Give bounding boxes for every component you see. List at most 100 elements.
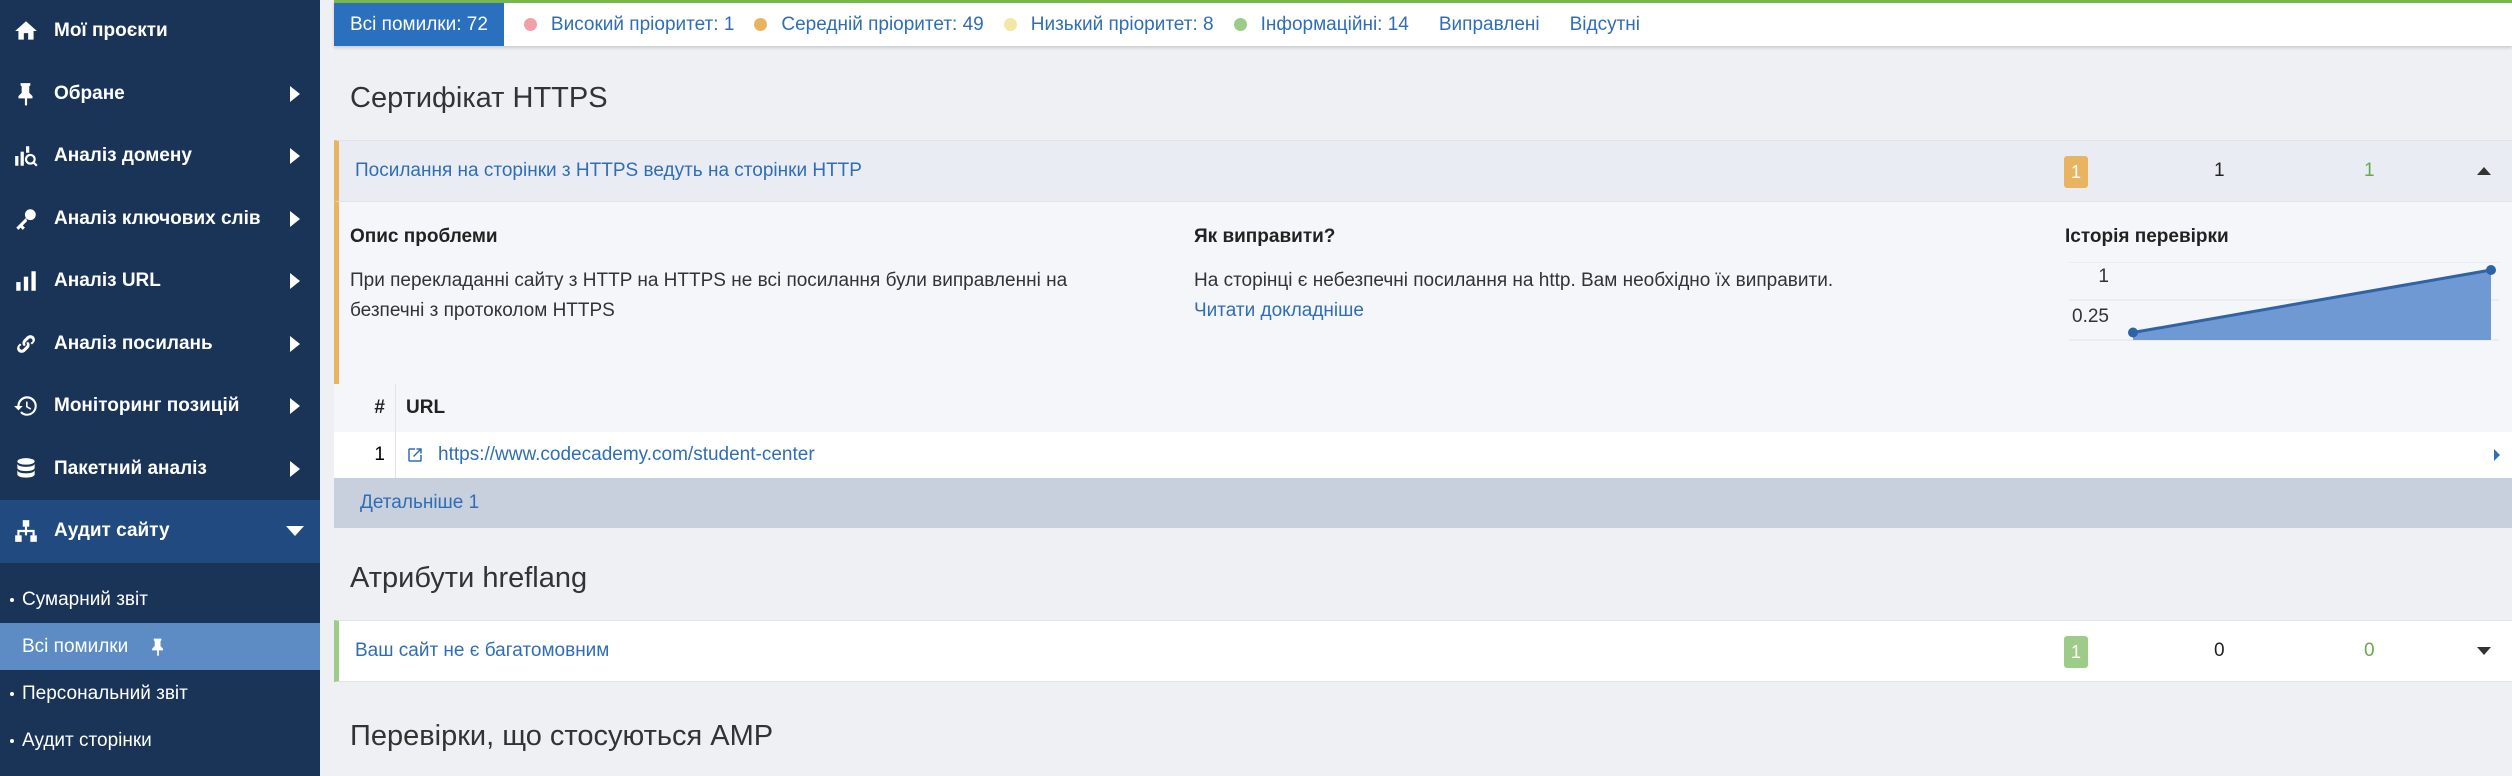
sidebar-item-link-analysis[interactable]: Аналіз посилань — [0, 313, 320, 376]
filter-high-priority[interactable]: Високий пріоритет: 1 — [523, 13, 735, 36]
sidebar-item-label: Аналіз ключових слів — [54, 207, 261, 229]
col-num-header: # — [334, 384, 396, 432]
issue-count-new: 0 — [2364, 640, 2375, 661]
sidebar-item-label: Аудит сайту — [54, 520, 170, 542]
filter-label: Середній пріоритет: 49 — [781, 13, 984, 35]
sidebar-item-label: Моніторинг позицій — [54, 395, 240, 417]
sidebar-item-my-projects[interactable]: Мої проєкти — [0, 0, 320, 63]
key-icon — [12, 205, 40, 233]
more-details-link[interactable]: Детальніше 1 — [360, 492, 479, 514]
chart-y-tick: 1 — [2098, 266, 2109, 287]
chevron-right-icon — [290, 398, 300, 415]
filter-fixed[interactable]: Виправлені — [1439, 14, 1540, 36]
submenu-item-summary[interactable]: Сумарний звіт — [0, 576, 320, 623]
col-url-header: URL — [406, 397, 446, 418]
sidebar-item-site-audit[interactable]: Аудит сайту — [0, 500, 320, 563]
filter-medium-priority[interactable]: Середній пріоритет: 49 — [754, 13, 984, 36]
section-title-amp: Перевірки, що стосуються AMP — [350, 720, 774, 752]
sidebar-item-label: Аналіз посилань — [54, 332, 213, 354]
sidebar-item-keyword-analysis[interactable]: Аналіз ключових слів — [0, 188, 320, 251]
expand-row-icon[interactable] — [2494, 449, 2500, 461]
read-more-link[interactable]: Читати докладніше — [1194, 296, 1894, 326]
row-url-link[interactable]: https://www.codecademy.com/student-cente… — [438, 444, 815, 466]
sitemap-icon — [12, 517, 40, 545]
home-icon — [12, 17, 40, 45]
sidebar-item-url-analysis[interactable]: Аналіз URL — [0, 250, 320, 313]
sidebar-item-position-monitoring[interactable]: Моніторинг позицій — [0, 375, 320, 438]
submenu-item-label: Сумарний звіт — [22, 588, 148, 610]
problem-text-line: При перекладанні сайту з HTTP на HTTPS н… — [350, 270, 1068, 291]
info-dot-icon — [1233, 18, 1247, 31]
sidebar-item-label: Обране — [54, 82, 125, 104]
chart-y-tick: 0.25 — [2072, 306, 2109, 327]
url-table: # URL 1 https://www.codecademy.com/stude… — [334, 384, 2512, 528]
table-header: # URL — [334, 384, 2512, 432]
filter-bar: Всі помилки: 72 Високий пріоритет: 1 Сер… — [334, 0, 2512, 46]
fix-text: На сторінці є небезпечні посилання на ht… — [1194, 266, 1894, 326]
submenu-item-personal-report[interactable]: Персональний звіт — [0, 670, 320, 717]
database-icon — [12, 455, 40, 483]
more-details-bar[interactable]: Детальніше 1 — [334, 478, 2512, 528]
chevron-right-icon — [290, 273, 300, 290]
bullet-icon — [10, 597, 14, 602]
chevron-right-icon — [290, 210, 300, 227]
sidebar: Мої проєкти Обране Аналіз домену Аналіз … — [0, 0, 320, 776]
filter-missing[interactable]: Відсутні — [1570, 14, 1640, 36]
fix-text-line: На сторінці є небезпечні посилання на ht… — [1194, 270, 1834, 291]
collapse-icon[interactable] — [2477, 167, 2491, 175]
issue-count-new: 1 — [2364, 160, 2375, 181]
chevron-right-icon — [290, 148, 300, 165]
filter-label: Високий пріоритет: 1 — [550, 13, 735, 35]
sidebar-item-favorites[interactable]: Обране — [0, 63, 320, 126]
sidebar-item-label: Аналіз URL — [54, 270, 161, 292]
history-icon — [12, 392, 40, 420]
pin-icon[interactable] — [148, 636, 168, 658]
problem-header: Опис проблеми — [350, 226, 498, 247]
submenu-item-label: Персональний звіт — [22, 682, 188, 704]
issue-count-total: 1 — [2214, 160, 2225, 181]
high-priority-dot-icon — [523, 18, 537, 31]
chevron-right-icon — [290, 335, 300, 352]
bullet-icon — [10, 738, 14, 743]
submenu-item-label: Аудит сторінки — [22, 729, 152, 751]
sidebar-item-label: Аналіз домену — [54, 145, 192, 167]
section-title-https: Сертифікат HTTPS — [350, 82, 608, 114]
sidebar-item-label: Мої проєкти — [54, 20, 168, 42]
sidebar-item-batch-analysis[interactable]: Пакетний аналіз — [0, 438, 320, 501]
external-link-icon[interactable] — [406, 446, 424, 464]
submenu-item-page-audit[interactable]: Аудит сторінки — [0, 717, 320, 764]
site-audit-submenu: Сумарний звіт Всі помилки Персональний з… — [0, 576, 320, 764]
table-row[interactable]: 1 https://www.codecademy.com/student-cen… — [334, 432, 2512, 478]
bar-chart-icon — [12, 267, 40, 295]
problem-text: При перекладанні сайту з HTTP на HTTPS н… — [350, 266, 1110, 326]
chevron-right-icon — [290, 85, 300, 102]
issue-badge: 1 — [2064, 636, 2088, 668]
fix-header: Як виправити? — [1194, 226, 1336, 247]
expand-icon[interactable] — [2477, 647, 2491, 655]
issue-row-https-links[interactable]: Посилання на сторінки з HTTPS ведуть на … — [334, 140, 2512, 202]
filter-informational[interactable]: Інформаційні: 14 — [1233, 13, 1409, 36]
section-title-hreflang: Атрибути hreflang — [350, 562, 588, 594]
history-chart: 1 0.25 — [2069, 262, 2499, 341]
sidebar-item-label: Пакетний аналіз — [54, 457, 207, 479]
bullet-icon — [10, 691, 14, 696]
filter-all-errors[interactable]: Всі помилки: 72 — [334, 3, 504, 46]
chart-point — [2128, 327, 2138, 338]
chart-point — [2486, 265, 2496, 275]
row-url-cell: https://www.codecademy.com/student-cente… — [396, 444, 815, 466]
filter-label: Інформаційні: 14 — [1260, 13, 1409, 35]
issue-title[interactable]: Посилання на сторінки з HTTPS ведуть на … — [355, 160, 862, 182]
pin-icon — [12, 80, 40, 108]
issue-row-hreflang[interactable]: Ваш сайт не є багатомовним 1 0 0 — [334, 620, 2512, 682]
issue-badge: 1 — [2064, 156, 2088, 188]
issue-count-total: 0 — [2214, 640, 2225, 661]
submenu-item-label: Всі помилки — [22, 635, 129, 657]
filter-low-priority[interactable]: Низький пріоритет: 8 — [1003, 13, 1214, 36]
domain-analysis-icon — [12, 142, 40, 170]
submenu-item-all-errors[interactable]: Всі помилки — [0, 623, 320, 670]
chevron-right-icon — [290, 460, 300, 477]
sidebar-item-domain-analysis[interactable]: Аналіз домену — [0, 125, 320, 188]
filter-label: Низький пріоритет: 8 — [1030, 13, 1214, 35]
issue-title[interactable]: Ваш сайт не є багатомовним — [355, 640, 609, 662]
main-content: Сертифікат HTTPS Посилання на сторінки з… — [334, 46, 2512, 776]
